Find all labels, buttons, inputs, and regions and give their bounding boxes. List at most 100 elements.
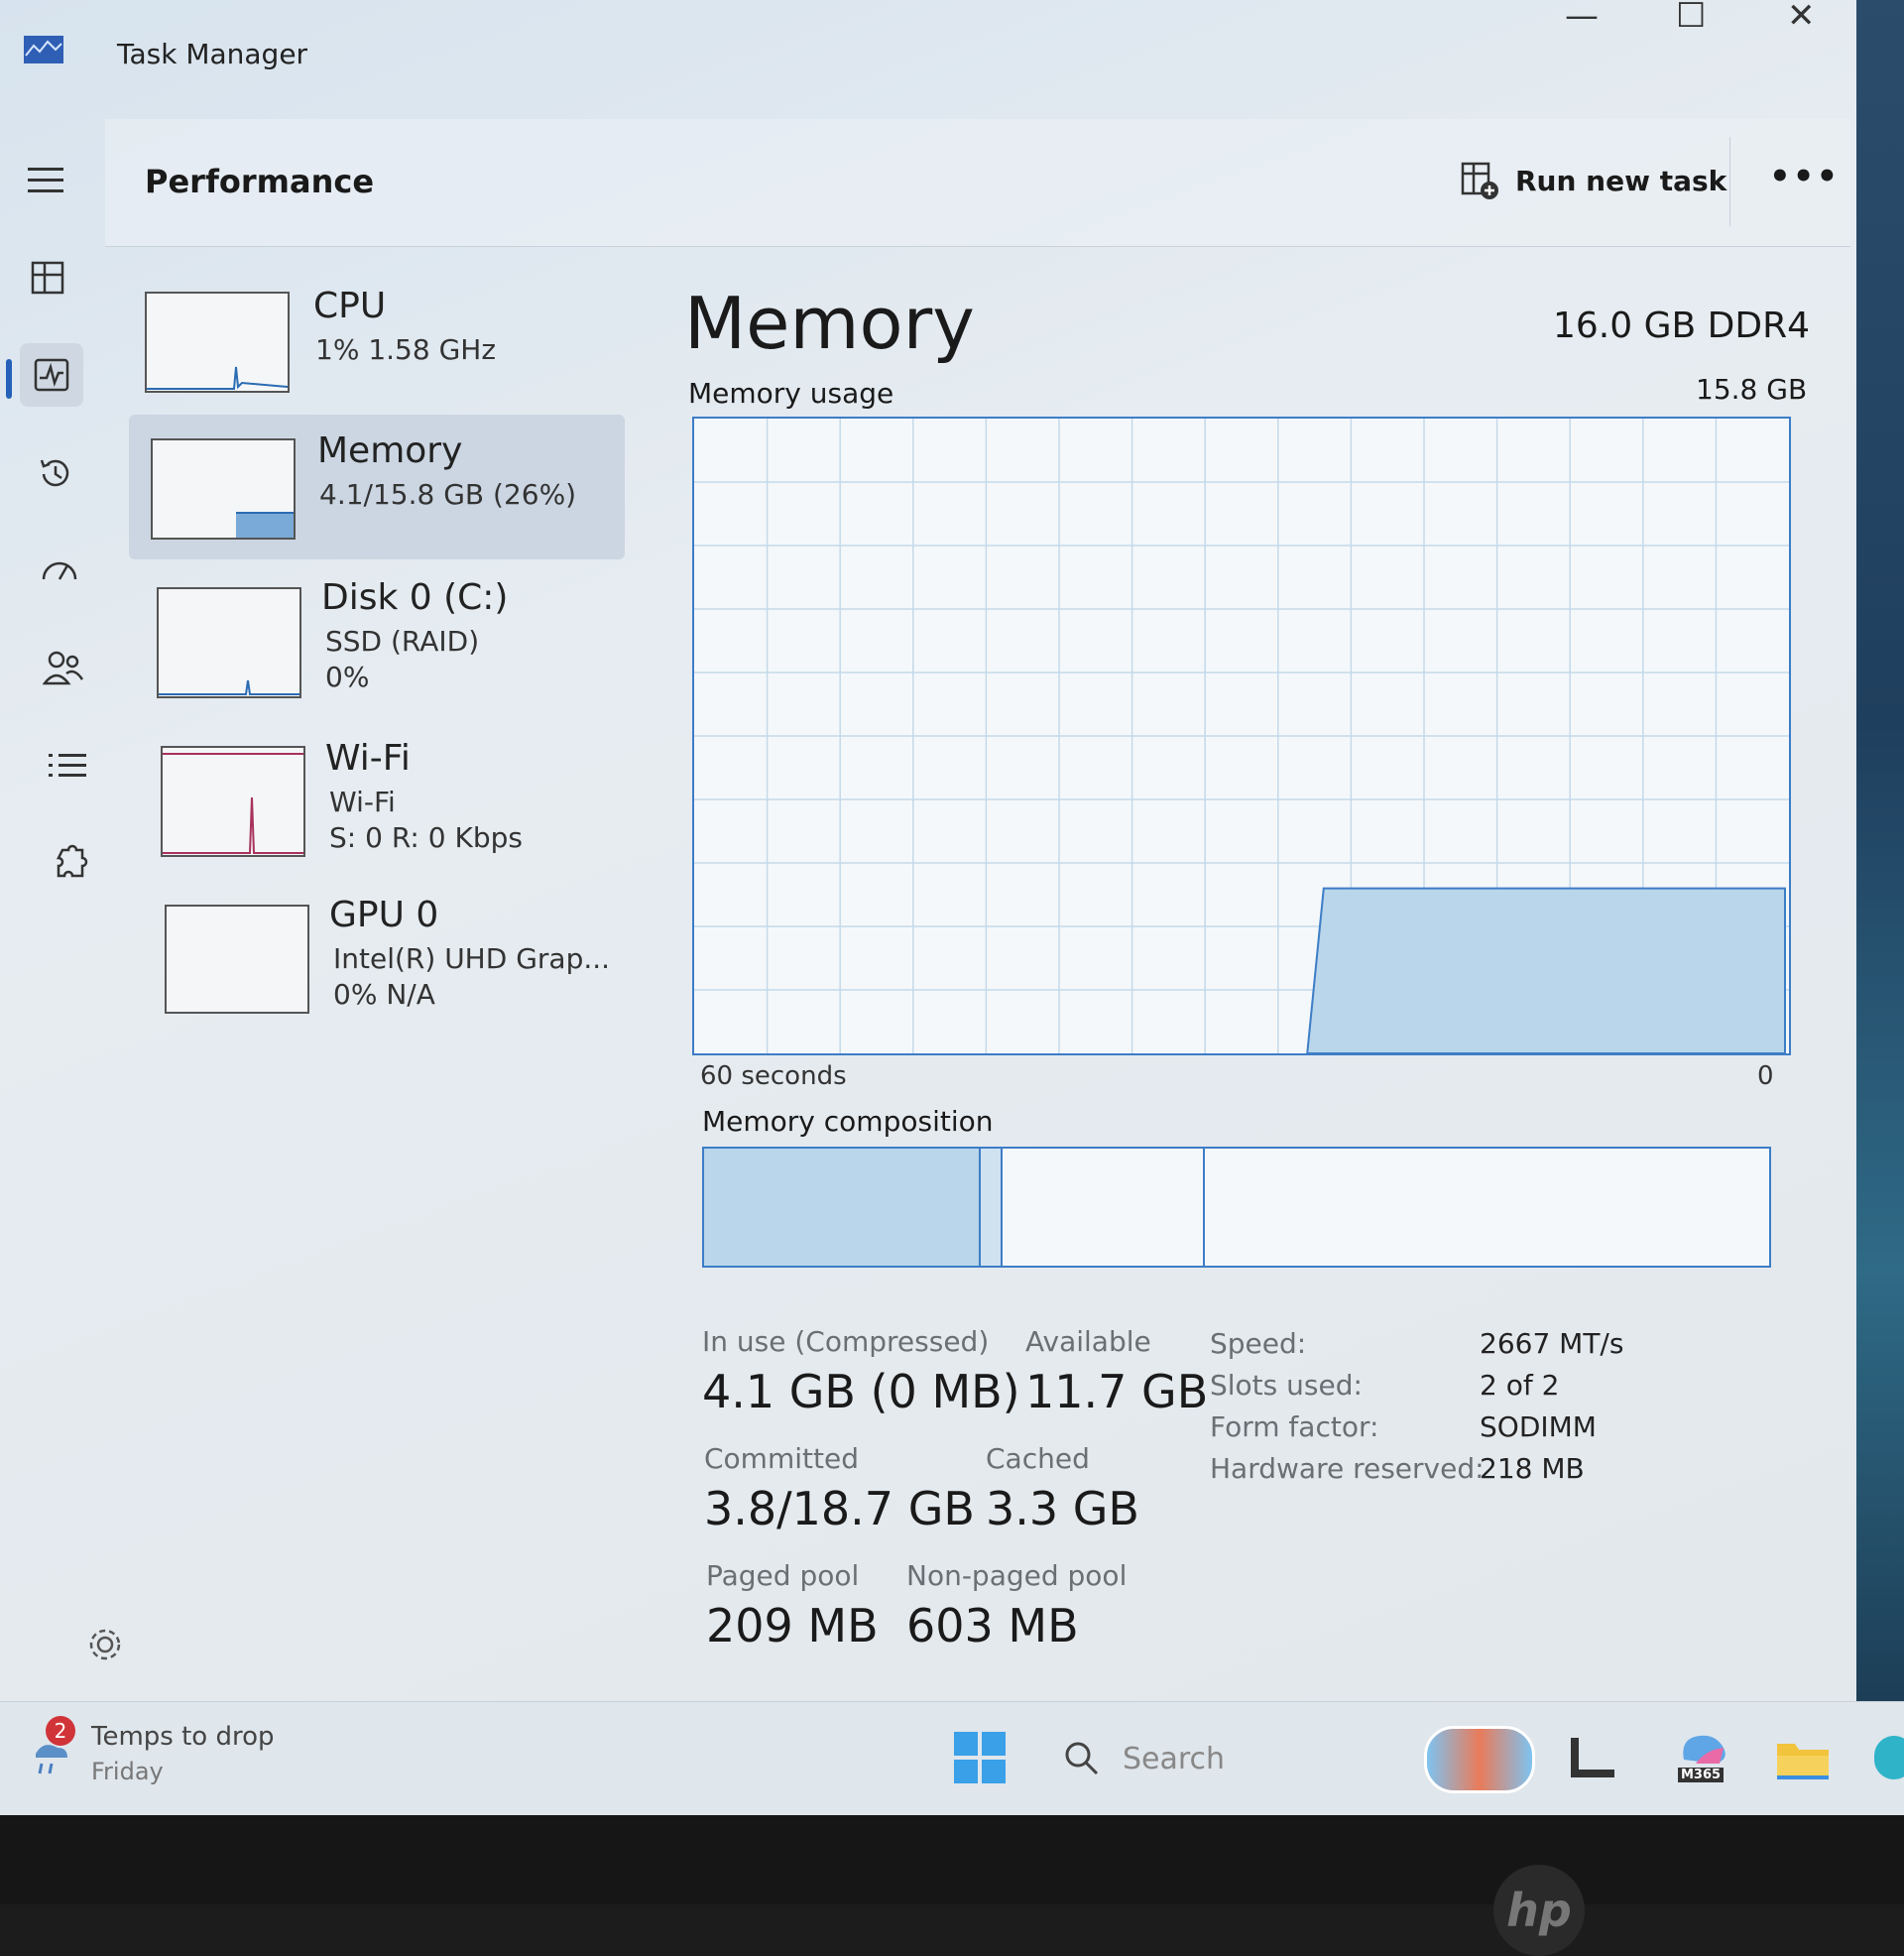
header-separator (1729, 137, 1730, 226)
memory-usage-max: 15.8 GB (1696, 373, 1808, 406)
cpu-thumbnail (145, 292, 290, 393)
device-name: CPU (313, 286, 387, 326)
taskbar-app-m365[interactable]: M365 (1676, 1730, 1731, 1785)
run-new-task-label: Run new task (1515, 164, 1727, 197)
memory-composition-bar (702, 1147, 1771, 1268)
cached-label: Cached (986, 1442, 1090, 1475)
in-use-label: In use (Compressed) (702, 1325, 990, 1358)
m365-label: M365 (1678, 1768, 1725, 1782)
composition-free (1204, 1149, 1769, 1266)
memory-usage-area (1306, 887, 1786, 1054)
device-gpu[interactable]: GPU 0 Intel(R) UHD Grap... 0% N/A (141, 891, 637, 1039)
active-nav-indicator (6, 359, 12, 399)
committed-label: Committed (704, 1442, 859, 1475)
hamburger-icon (28, 168, 63, 192)
run-task-icon (1461, 162, 1498, 199)
device-cpu[interactable]: CPU 1% 1.58 GHz (125, 278, 621, 417)
device-detail: Intel(R) UHD Grap... (333, 942, 611, 975)
device-wifi[interactable]: Wi-Fi Wi-Fi S: 0 R: 0 Kbps (137, 732, 633, 881)
taskbar-search[interactable]: Search (1059, 1726, 1357, 1789)
memory-heading: Memory (684, 282, 975, 365)
maximize-button[interactable]: ☐ (1676, 0, 1706, 33)
device-memory[interactable]: Memory 4.1/15.8 GB (26%) (129, 415, 625, 559)
close-button[interactable]: ✕ (1787, 0, 1816, 33)
taskbar-app-l-icon[interactable] (1571, 1738, 1614, 1777)
minimize-button[interactable]: — (1565, 0, 1599, 33)
in-use-value: 4.1 GB (0 MB) (702, 1365, 1020, 1418)
nav-processes[interactable] (16, 246, 79, 309)
graph-x-axis-start: 60 seconds (700, 1061, 847, 1091)
page-header: Performance Run new task ••• (105, 119, 1850, 247)
nav-users[interactable] (32, 637, 95, 700)
page-title: Performance (145, 163, 375, 200)
spec-slots-key: Slots used: (1210, 1369, 1363, 1402)
gpu-thumbnail (165, 905, 309, 1014)
device-detail: SSD (RAID) (325, 625, 480, 658)
hp-logo: hp (1493, 1865, 1585, 1956)
device-detail: 1% 1.58 GHz (315, 333, 497, 366)
startup-speedometer-icon (42, 561, 77, 580)
more-options-button[interactable]: ••• (1769, 157, 1840, 196)
navigation-rail (0, 109, 103, 1701)
settings-icon[interactable] (85, 1625, 125, 1664)
nav-startup-apps[interactable] (28, 540, 91, 603)
nav-details[interactable] (36, 734, 99, 797)
taskbar-edge-partial[interactable] (1874, 1736, 1904, 1779)
disk-mini-graph (159, 679, 299, 695)
nonpaged-pool-value: 603 MB (906, 1599, 1079, 1652)
spec-hw-reserved-key: Hardware reserved: (1210, 1452, 1485, 1485)
device-detail-secondary: 0% N/A (333, 978, 435, 1011)
taskbar-app-copilot[interactable] (1424, 1726, 1535, 1793)
weather-subtitle: Friday (91, 1758, 164, 1785)
spec-hw-reserved-value: 218 MB (1480, 1452, 1585, 1485)
weather-badge: 2 (46, 1716, 75, 1746)
m365-icon (1683, 1735, 1726, 1764)
details-list-icon (49, 754, 86, 777)
paged-pool-value: 209 MB (706, 1599, 879, 1652)
task-manager-window: Task Manager — ☐ ✕ Performance Run new t… (0, 0, 1856, 1701)
history-icon (40, 459, 69, 487)
memory-composition-label: Memory composition (702, 1105, 994, 1138)
composition-standby (1002, 1149, 1205, 1266)
wifi-mini-graph (163, 753, 303, 854)
graph-x-axis-end: 0 (1757, 1061, 1774, 1091)
file-explorer-icon[interactable] (1775, 1736, 1831, 1781)
weather-title: Temps to drop (91, 1722, 275, 1752)
wifi-thumbnail (161, 746, 305, 857)
device-detail-secondary: S: 0 R: 0 Kbps (329, 821, 523, 854)
memory-usage-label: Memory usage (688, 377, 894, 410)
memory-usage-graph (692, 417, 1791, 1055)
memory-mini-fill (236, 512, 294, 538)
available-value: 11.7 GB (1025, 1365, 1209, 1418)
nav-services[interactable] (40, 831, 103, 895)
nav-app-history[interactable] (24, 442, 87, 506)
services-puzzle-icon (56, 844, 88, 878)
memory-thumbnail (151, 438, 296, 540)
device-name: GPU 0 (329, 895, 439, 935)
device-name: Disk 0 (C:) (321, 577, 509, 618)
device-detail: Wi-Fi (329, 786, 396, 818)
search-placeholder: Search (1123, 1742, 1226, 1776)
task-manager-app-icon (24, 36, 63, 63)
device-name: Memory (317, 430, 463, 471)
run-new-task-button[interactable]: Run new task (1460, 153, 1726, 208)
cached-value: 3.3 GB (986, 1482, 1139, 1535)
device-detail: 4.1/15.8 GB (26%) (319, 478, 577, 511)
memory-usage-graph-svg (694, 419, 1789, 1054)
available-label: Available (1025, 1325, 1151, 1358)
nav-performance[interactable] (20, 343, 83, 407)
spec-speed-value: 2667 MT/s (1480, 1327, 1624, 1360)
spec-form-factor-value: SODIMM (1480, 1410, 1597, 1443)
weather-widget[interactable]: 2 Temps to drop Friday (30, 1716, 288, 1799)
taskbar: 2 Temps to drop Friday Search M365 (0, 1701, 1904, 1816)
performance-icon (34, 358, 69, 392)
spec-slots-value: 2 of 2 (1480, 1369, 1560, 1402)
composition-modified (981, 1149, 1003, 1266)
device-name: Wi-Fi (325, 738, 411, 779)
device-disk[interactable]: Disk 0 (C:) SSD (RAID) 0% (133, 573, 629, 722)
windows-start-icon[interactable] (954, 1732, 1006, 1783)
processes-icon (31, 261, 64, 295)
paged-pool-label: Paged pool (706, 1559, 860, 1592)
laptop-bezel (0, 1815, 1904, 1904)
hamburger-menu-button[interactable] (14, 149, 77, 212)
